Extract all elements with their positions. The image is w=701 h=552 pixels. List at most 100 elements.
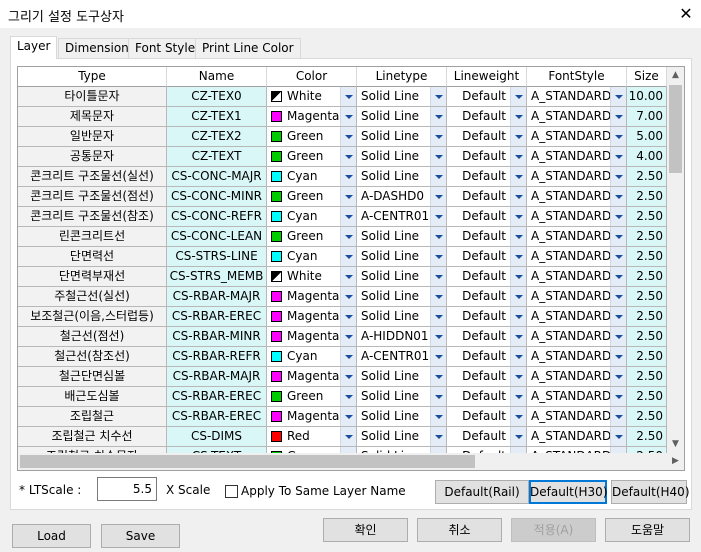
lineweight-cell[interactable]: Default <box>447 147 527 167</box>
dropdown-arrow-icon[interactable] <box>510 147 526 166</box>
dropdown-arrow-icon[interactable] <box>610 107 626 126</box>
dropdown-arrow-icon[interactable] <box>430 187 446 206</box>
dropdown-arrow-icon[interactable] <box>340 127 356 146</box>
name-cell[interactable]: CS-CONC-MINR <box>167 187 267 207</box>
table-row[interactable]: 철근선(참조선) CS-RBAR-REFR Cyan A-CENTR01 Default… <box>18 347 667 367</box>
dropdown-arrow-icon[interactable] <box>610 347 626 366</box>
dropdown-arrow-icon[interactable] <box>610 407 626 426</box>
dropdown-arrow-icon[interactable] <box>340 407 356 426</box>
dropdown-arrow-icon[interactable] <box>610 427 626 446</box>
dropdown-arrow-icon[interactable] <box>430 127 446 146</box>
color-cell[interactable]: Cyan <box>267 247 357 267</box>
type-cell[interactable]: 주철근선(실선) <box>18 287 167 307</box>
linetype-cell[interactable]: Solid Line <box>357 307 447 327</box>
color-cell[interactable]: White <box>267 267 357 287</box>
type-cell[interactable]: 콘크리트 구조물선(참조) <box>18 207 167 227</box>
dropdown-arrow-icon[interactable] <box>610 307 626 326</box>
name-cell[interactable]: CS-CONC-REFR <box>167 207 267 227</box>
dropdown-arrow-icon[interactable] <box>340 207 356 226</box>
dropdown-arrow-icon[interactable] <box>430 247 446 266</box>
dropdown-arrow-icon[interactable] <box>340 167 356 186</box>
default-h30-button[interactable]: Default(H30) <box>529 480 608 504</box>
table-row[interactable]: 콘크리트 구조물선(실선) CS-CONC-MAJR Cyan Solid Line D… <box>18 167 667 187</box>
header-fontstyle[interactable]: FontStyle <box>527 67 627 87</box>
fontstyle-cell[interactable]: A_STANDARD <box>527 147 627 167</box>
linetype-cell[interactable]: A-CENTR01 <box>357 207 447 227</box>
header-size[interactable]: Size <box>627 67 667 87</box>
type-cell[interactable]: 철근선(점선) <box>18 327 167 347</box>
name-cell[interactable]: CS-CONC-MAJR <box>167 167 267 187</box>
dropdown-arrow-icon[interactable] <box>510 367 526 386</box>
dropdown-arrow-icon[interactable] <box>340 347 356 366</box>
name-cell[interactable]: CS-RBAR-EREC <box>167 407 267 427</box>
table-row[interactable]: 공통문자 CZ-TEXT Green Solid Line Default A_STAND… <box>18 147 667 167</box>
dropdown-arrow-icon[interactable] <box>340 367 356 386</box>
fontstyle-cell[interactable]: A_STANDARD <box>527 307 627 327</box>
size-cell[interactable]: 2.50 <box>627 187 667 207</box>
linetype-cell[interactable]: Solid Line <box>357 367 447 387</box>
dropdown-arrow-icon[interactable] <box>610 167 626 186</box>
type-cell[interactable]: 조립철근 치수선 <box>18 427 167 447</box>
color-cell[interactable]: Green <box>267 127 357 147</box>
dropdown-arrow-icon[interactable] <box>340 327 356 346</box>
dropdown-arrow-icon[interactable] <box>340 267 356 286</box>
size-cell[interactable]: 2.50 <box>627 427 667 447</box>
dropdown-arrow-icon[interactable] <box>340 147 356 166</box>
type-cell[interactable]: 타이틀문자 <box>18 87 167 107</box>
lineweight-cell[interactable]: Default <box>447 427 527 447</box>
table-row[interactable]: 단면력선 CS-STRS-LINE Cyan Solid Line Default A_S… <box>18 247 667 267</box>
header-type[interactable]: Type <box>18 67 167 87</box>
table-row[interactable]: 배근도심볼 CS-RBAR-EREC Green Solid Line Default A… <box>18 387 667 407</box>
dropdown-arrow-icon[interactable] <box>430 167 446 186</box>
table-row[interactable]: 콘크리트 구조물선(참조) CS-CONC-REFR Cyan A-CENTR01 De… <box>18 207 667 227</box>
scroll-up-icon[interactable]: ▲ <box>667 67 684 84</box>
dropdown-arrow-icon[interactable] <box>510 407 526 426</box>
tab-font-style[interactable]: Font Style <box>128 38 203 58</box>
fontstyle-cell[interactable]: A_STANDARD <box>527 227 627 247</box>
color-cell[interactable]: Magenta <box>267 307 357 327</box>
dropdown-arrow-icon[interactable] <box>610 387 626 406</box>
type-cell[interactable]: 단면력선 <box>18 247 167 267</box>
apply-button[interactable]: 적용(A) <box>511 518 596 542</box>
dropdown-arrow-icon[interactable] <box>430 367 446 386</box>
size-cell[interactable]: 7.00 <box>627 107 667 127</box>
color-cell[interactable]: Magenta <box>267 367 357 387</box>
dropdown-arrow-icon[interactable] <box>610 147 626 166</box>
table-row[interactable]: 조립철근 치수선 CS-DIMS Red Solid Line Default A_STA… <box>18 427 667 447</box>
dropdown-arrow-icon[interactable] <box>510 187 526 206</box>
dropdown-arrow-icon[interactable] <box>610 287 626 306</box>
default-h40-button[interactable]: Default(H40) <box>611 480 690 504</box>
linetype-cell[interactable]: A-DASHD0 <box>357 187 447 207</box>
dropdown-arrow-icon[interactable] <box>510 247 526 266</box>
linetype-cell[interactable]: Solid Line <box>357 247 447 267</box>
header-lineweight[interactable]: Lineweight <box>447 67 527 87</box>
dropdown-arrow-icon[interactable] <box>430 207 446 226</box>
linetype-cell[interactable]: Solid Line <box>357 407 447 427</box>
dropdown-arrow-icon[interactable] <box>430 107 446 126</box>
dropdown-arrow-icon[interactable] <box>430 267 446 286</box>
header-name[interactable]: Name <box>167 67 267 87</box>
header-linetype[interactable]: Linetype <box>357 67 447 87</box>
size-cell[interactable]: 2.50 <box>627 167 667 187</box>
name-cell[interactable]: CZ-TEXT <box>167 147 267 167</box>
type-cell[interactable]: 일반문자 <box>18 127 167 147</box>
scroll-right-icon[interactable]: ▶ <box>667 453 684 470</box>
dropdown-arrow-icon[interactable] <box>510 287 526 306</box>
dropdown-arrow-icon[interactable] <box>430 307 446 326</box>
color-cell[interactable]: Magenta <box>267 327 357 347</box>
name-cell[interactable]: CZ-TEX1 <box>167 107 267 127</box>
lineweight-cell[interactable]: Default <box>447 127 527 147</box>
name-cell[interactable]: CS-RBAR-MAJR <box>167 287 267 307</box>
lineweight-cell[interactable]: Default <box>447 327 527 347</box>
color-cell[interactable]: Magenta <box>267 407 357 427</box>
linetype-cell[interactable]: A-HIDDN01 <box>357 327 447 347</box>
size-cell[interactable]: 2.50 <box>627 247 667 267</box>
help-button[interactable]: 도움말 <box>605 518 690 542</box>
color-cell[interactable]: Cyan <box>267 167 357 187</box>
tab-layer[interactable]: Layer <box>10 36 58 59</box>
name-cell[interactable]: CS-RBAR-EREC <box>167 387 267 407</box>
dropdown-arrow-icon[interactable] <box>610 187 626 206</box>
size-cell[interactable]: 2.50 <box>627 267 667 287</box>
linetype-cell[interactable]: Solid Line <box>357 387 447 407</box>
type-cell[interactable]: 콘크리트 구조물선(실선) <box>18 167 167 187</box>
